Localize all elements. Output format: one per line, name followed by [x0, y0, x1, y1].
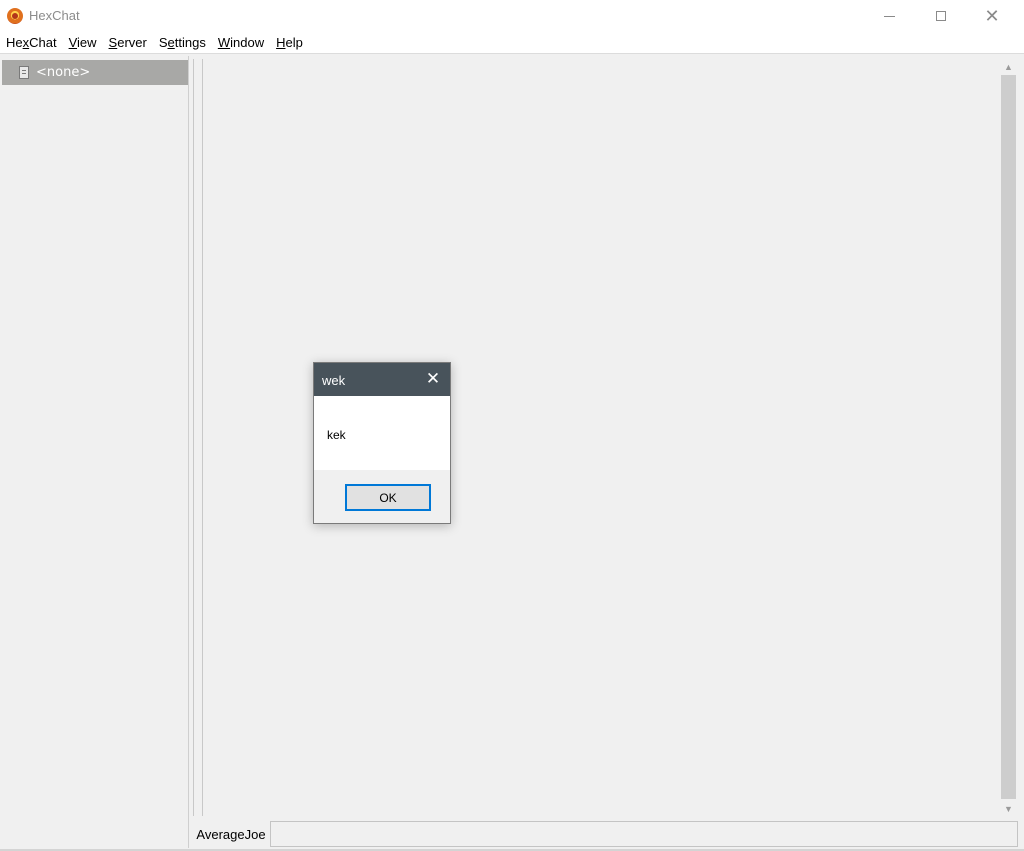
maximize-icon	[936, 11, 946, 21]
chat-scrollbar[interactable]: ▲ ▼	[999, 59, 1018, 816]
dialog-close-icon[interactable]: ✕	[420, 367, 446, 391]
scroll-down-icon[interactable]: ▼	[999, 801, 1018, 816]
menu-window[interactable]: Window	[218, 35, 264, 50]
menu-help[interactable]: Help	[276, 35, 303, 50]
maximize-button[interactable]	[918, 0, 964, 32]
close-window-button[interactable]: ✕	[969, 0, 1015, 32]
menu-bar: HexChat View Server Settings Window Help	[0, 32, 1024, 54]
dialog-body: kek	[314, 396, 450, 470]
message-dialog: wek ✕ kek OK	[313, 362, 451, 524]
menu-hexchat[interactable]: HexChat	[6, 35, 57, 50]
tree-item-label: <none>	[36, 65, 91, 80]
window-title: HexChat	[29, 8, 80, 23]
hexchat-window: HexChat ✕ HexChat View Server Settings W…	[0, 0, 1024, 851]
message-input[interactable]	[270, 821, 1018, 847]
nick-button[interactable]: AverageJoe	[193, 821, 269, 847]
scroll-thumb[interactable]	[1001, 75, 1016, 799]
dialog-title: wek	[322, 373, 346, 388]
menu-view[interactable]: View	[69, 35, 97, 50]
title-bar: HexChat ✕	[0, 0, 1024, 32]
dialog-message: kek	[327, 428, 346, 442]
server-icon	[19, 66, 29, 79]
channel-tree: <none>	[0, 56, 189, 848]
tree-item-none[interactable]: <none>	[2, 60, 188, 85]
hexchat-logo-icon	[7, 8, 23, 24]
close-icon: ✕	[984, 6, 1000, 26]
ok-button[interactable]: OK	[345, 484, 431, 511]
dialog-title-bar: wek ✕	[314, 363, 450, 396]
menu-server[interactable]: Server	[109, 35, 147, 50]
minimize-icon	[883, 15, 895, 17]
scroll-up-icon[interactable]: ▲	[999, 59, 1018, 74]
menu-settings[interactable]: Settings	[159, 35, 206, 50]
minimize-button[interactable]	[866, 0, 912, 32]
